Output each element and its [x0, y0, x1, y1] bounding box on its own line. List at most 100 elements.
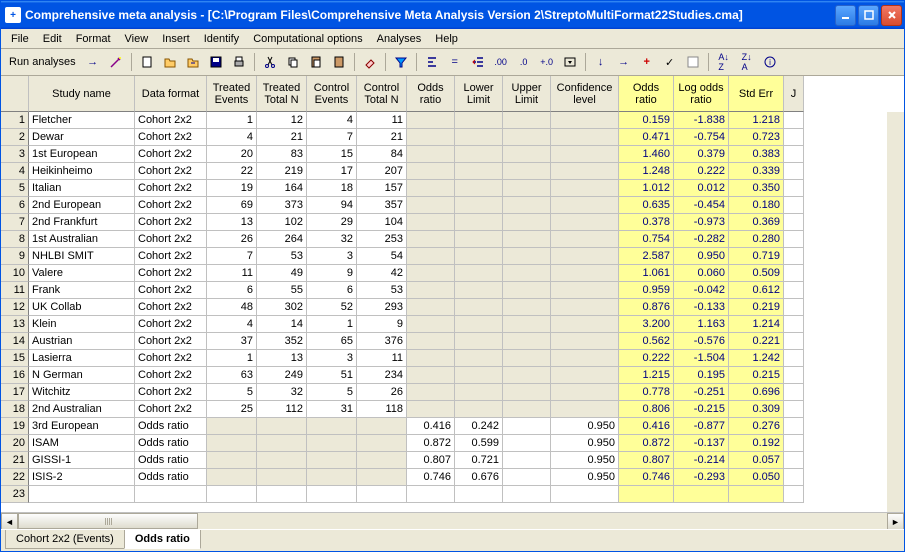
row-number[interactable]: 22 [1, 469, 29, 486]
data-cell[interactable]: 1 [207, 112, 257, 129]
data-cell[interactable] [503, 452, 551, 469]
data-cell[interactable]: 14 [257, 316, 307, 333]
data-cell[interactable]: 0.416 [619, 418, 674, 435]
data-cell[interactable]: -0.137 [674, 435, 729, 452]
row-number[interactable]: 14 [1, 333, 29, 350]
data-cell[interactable]: 6 [207, 282, 257, 299]
data-cell[interactable]: 0.012 [674, 180, 729, 197]
data-cell[interactable] [29, 486, 135, 503]
data-cell[interactable] [207, 469, 257, 486]
data-cell[interactable] [455, 384, 503, 401]
data-cell[interactable] [551, 299, 619, 316]
menu-format[interactable]: Format [70, 31, 117, 47]
data-cell[interactable]: 0.562 [619, 333, 674, 350]
data-cell[interactable]: Cohort 2x2 [135, 129, 207, 146]
data-cell[interactable]: 2nd Frankfurt [29, 214, 135, 231]
data-cell[interactable] [503, 401, 551, 418]
data-cell[interactable] [784, 452, 804, 469]
data-cell[interactable]: 69 [207, 197, 257, 214]
data-cell[interactable] [551, 486, 619, 503]
data-cell[interactable]: 29 [307, 214, 357, 231]
scrollbar-horizontal[interactable]: ◄ ► [1, 512, 904, 529]
data-cell[interactable]: 376 [357, 333, 407, 350]
row-number[interactable]: 20 [1, 435, 29, 452]
data-cell[interactable]: 0.050 [729, 469, 784, 486]
data-cell[interactable]: 13 [207, 214, 257, 231]
data-cell[interactable] [503, 367, 551, 384]
column-header[interactable]: Treated Total N [257, 76, 307, 112]
row-number[interactable]: 10 [1, 265, 29, 282]
data-cell[interactable] [407, 350, 455, 367]
data-cell[interactable]: -0.282 [674, 231, 729, 248]
data-cell[interactable]: 1.460 [619, 146, 674, 163]
data-cell[interactable]: -0.215 [674, 401, 729, 418]
data-cell[interactable] [207, 486, 257, 503]
data-cell[interactable]: 31 [307, 401, 357, 418]
data-cell[interactable] [784, 231, 804, 248]
data-cell[interactable] [257, 469, 307, 486]
data-cell[interactable] [503, 469, 551, 486]
data-cell[interactable]: Cohort 2x2 [135, 248, 207, 265]
data-cell[interactable]: 357 [357, 197, 407, 214]
data-cell[interactable] [729, 486, 784, 503]
data-cell[interactable]: 1 [207, 350, 257, 367]
column-header[interactable]: Data format [135, 76, 207, 112]
data-cell[interactable] [407, 231, 455, 248]
data-cell[interactable]: 164 [257, 180, 307, 197]
data-cell[interactable] [357, 469, 407, 486]
info-icon[interactable]: i [760, 52, 780, 72]
minimize-button[interactable] [835, 5, 856, 26]
data-cell[interactable] [784, 367, 804, 384]
data-cell[interactable]: ISAM [29, 435, 135, 452]
data-cell[interactable]: 15 [307, 146, 357, 163]
data-cell[interactable] [503, 146, 551, 163]
data-cell[interactable]: Dewar [29, 129, 135, 146]
run-analyses-button[interactable]: Run analyses [5, 52, 80, 72]
scroll-right-button[interactable]: ► [887, 513, 904, 530]
data-cell[interactable]: 53 [257, 248, 307, 265]
menu-file[interactable]: File [5, 31, 35, 47]
cut-icon[interactable] [260, 52, 280, 72]
data-cell[interactable]: N German [29, 367, 135, 384]
data-cell[interactable] [407, 112, 455, 129]
data-cell[interactable] [307, 418, 357, 435]
data-cell[interactable]: Cohort 2x2 [135, 112, 207, 129]
data-cell[interactable] [551, 401, 619, 418]
copy-icon[interactable] [283, 52, 303, 72]
close-button[interactable] [881, 5, 902, 26]
menu-help[interactable]: Help [429, 31, 464, 47]
data-cell[interactable]: 7 [307, 129, 357, 146]
data-cell[interactable] [551, 248, 619, 265]
tab-cohort-2x2-events[interactable]: Cohort 2x2 (Events) [5, 530, 125, 549]
data-cell[interactable] [784, 214, 804, 231]
data-cell[interactable] [455, 197, 503, 214]
data-cell[interactable]: 49 [257, 265, 307, 282]
data-cell[interactable]: 1.215 [619, 367, 674, 384]
data-cell[interactable] [503, 129, 551, 146]
data-cell[interactable] [455, 401, 503, 418]
data-cell[interactable]: Cohort 2x2 [135, 146, 207, 163]
data-cell[interactable] [503, 435, 551, 452]
data-cell[interactable]: 17 [307, 163, 357, 180]
data-cell[interactable]: 42 [357, 265, 407, 282]
data-cell[interactable]: 0.599 [455, 435, 503, 452]
column-header[interactable]: Log odds ratio [674, 76, 729, 112]
eraser-icon[interactable] [360, 52, 380, 72]
data-cell[interactable]: 1.214 [729, 316, 784, 333]
data-cell[interactable] [407, 146, 455, 163]
data-cell[interactable]: Lasierra [29, 350, 135, 367]
data-cell[interactable] [407, 265, 455, 282]
data-cell[interactable]: Cohort 2x2 [135, 180, 207, 197]
data-cell[interactable]: 118 [357, 401, 407, 418]
data-cell[interactable] [503, 248, 551, 265]
column-header[interactable]: Std Err [729, 76, 784, 112]
data-cell[interactable]: Cohort 2x2 [135, 282, 207, 299]
clipboard-icon[interactable] [329, 52, 349, 72]
menu-edit[interactable]: Edit [37, 31, 68, 47]
paste-icon[interactable] [306, 52, 326, 72]
data-cell[interactable] [784, 248, 804, 265]
data-cell[interactable] [307, 486, 357, 503]
data-cell[interactable]: 0.276 [729, 418, 784, 435]
column-header[interactable]: Control Events [307, 76, 357, 112]
data-cell[interactable]: 0.221 [729, 333, 784, 350]
